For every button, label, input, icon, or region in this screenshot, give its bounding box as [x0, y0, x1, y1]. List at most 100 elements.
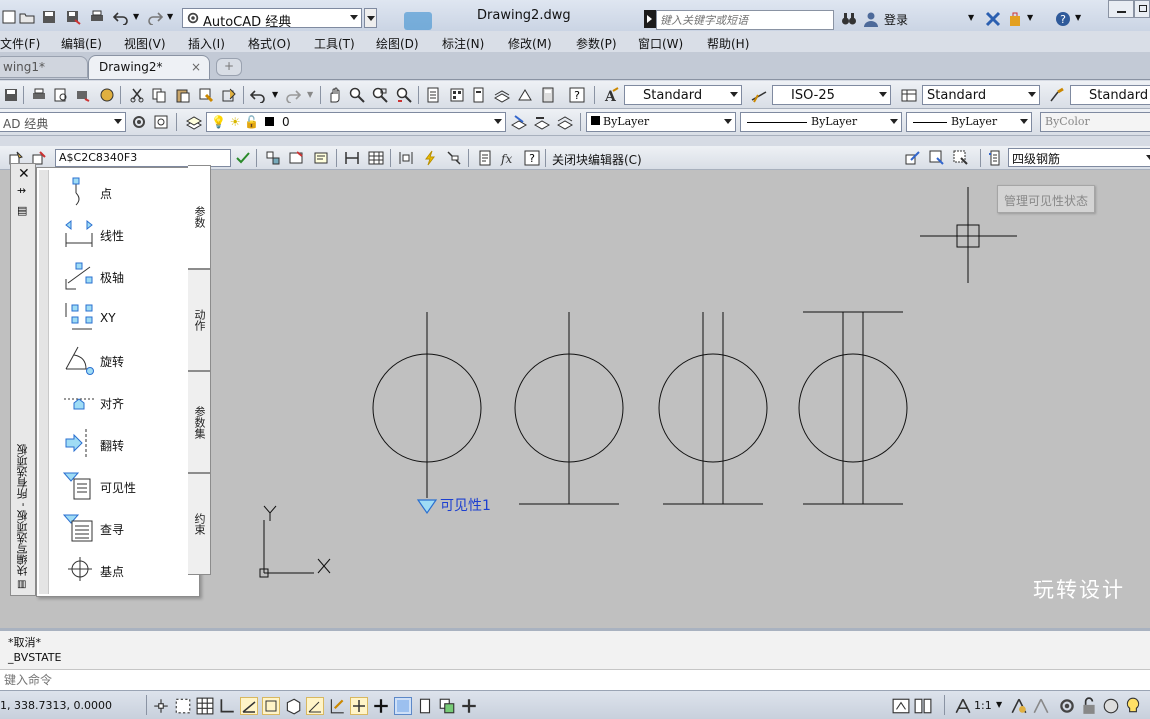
workspace-lock-icon[interactable]	[152, 113, 170, 131]
dynamic-input-icon[interactable]	[350, 697, 368, 715]
text-style-icon[interactable]: A	[602, 86, 620, 104]
fx-icon[interactable]: fx	[499, 149, 517, 167]
search-input[interactable]	[656, 10, 834, 30]
block-table-icon[interactable]	[367, 149, 385, 167]
save-as-icon[interactable]	[64, 8, 82, 26]
zoom-previous-icon[interactable]	[395, 86, 413, 104]
menu-tools[interactable]: 工具(T)	[314, 35, 355, 52]
menu-format[interactable]: 格式(O)	[248, 35, 291, 52]
new-tab-button[interactable]: +	[216, 58, 242, 76]
3d-object-snap-icon[interactable]	[284, 697, 302, 715]
annotation-visibility-icon[interactable]	[1010, 697, 1028, 715]
undo-dropdown-icon[interactable]: ▼	[133, 12, 139, 21]
close-tab-icon[interactable]: ×	[191, 60, 201, 74]
palette-item-point[interactable]: 点	[60, 173, 180, 209]
palette-scrollbar[interactable]	[39, 170, 49, 594]
palette-tab-parameters[interactable]: 参数	[188, 165, 211, 269]
allow-dynamic-ucs-icon[interactable]	[328, 697, 346, 715]
print-icon[interactable]	[88, 8, 106, 26]
minimize-button[interactable]	[1108, 0, 1134, 18]
redo-dropdown-icon[interactable]: ▼	[307, 90, 313, 99]
palette-item-flip[interactable]: 翻转	[60, 425, 180, 461]
open-icon[interactable]	[18, 8, 36, 26]
command-input[interactable]	[0, 669, 1150, 690]
action-icon[interactable]	[421, 149, 439, 167]
menu-modify[interactable]: 修改(M)	[508, 35, 552, 52]
visibility-parameter-grip[interactable]	[416, 499, 438, 515]
mleader-style-select[interactable]: Standard	[1070, 85, 1150, 105]
dim-style-icon[interactable]	[750, 86, 768, 104]
palette-item-lookup[interactable]: 查寻	[60, 509, 180, 545]
redo-dropdown-icon[interactable]: ▼	[167, 12, 173, 21]
layer-state-icon[interactable]	[556, 113, 574, 131]
authoring-palettes-icon[interactable]	[264, 149, 282, 167]
annotation-scale-dropdown-icon[interactable]: ▼	[996, 700, 1002, 709]
palette-item-xy[interactable]: XY	[60, 299, 180, 335]
auto-scale-icon[interactable]	[1032, 697, 1050, 715]
quickcalc-icon[interactable]	[539, 86, 557, 104]
model-space-icon[interactable]	[892, 697, 910, 715]
layer-select[interactable]: 💡 ☀ 🔓 0	[206, 112, 506, 132]
palette-item-polar[interactable]: 极轴	[60, 257, 180, 293]
tab-drawing1[interactable]: wing1*	[0, 56, 88, 78]
properties-icon[interactable]	[424, 86, 442, 104]
user-icon[interactable]	[862, 10, 880, 28]
undo-icon[interactable]	[112, 8, 130, 26]
copy-icon[interactable]	[150, 86, 168, 104]
menu-help[interactable]: 帮助(H)	[707, 35, 749, 52]
linetype-select[interactable]: ByLayer	[740, 112, 902, 132]
infer-constraints-icon[interactable]	[152, 697, 170, 715]
grid-display-icon[interactable]	[196, 697, 214, 715]
annotation-scale-value[interactable]: 1:1	[974, 699, 992, 712]
store-dropdown-icon[interactable]: ▼	[1027, 13, 1033, 22]
login-dropdown-icon[interactable]: ▼	[968, 13, 974, 22]
search-expand-arrow[interactable]	[644, 10, 656, 28]
palette-properties-icon[interactable]: ▤	[17, 204, 27, 217]
object-snap-tracking-icon[interactable]	[306, 697, 324, 715]
object-snap-icon[interactable]	[262, 697, 280, 715]
help-icon[interactable]: ?	[523, 149, 541, 167]
menu-window[interactable]: 窗口(W)	[638, 35, 683, 52]
lookup-icon[interactable]	[445, 149, 463, 167]
zoom-window-icon[interactable]	[371, 86, 389, 104]
menu-view[interactable]: 视图(V)	[124, 35, 166, 52]
redo-icon[interactable]	[284, 86, 302, 104]
undo-dropdown-icon[interactable]: ▼	[272, 90, 278, 99]
restore-button[interactable]	[1134, 0, 1150, 18]
store-icon[interactable]	[1006, 10, 1024, 28]
palette-autohide-icon[interactable]: ⇸	[17, 184, 26, 197]
visibility-mode-icon[interactable]	[904, 149, 922, 167]
close-block-editor-button[interactable]: 关闭块编辑器(C)	[552, 151, 642, 168]
add-icon[interactable]	[460, 697, 478, 715]
menu-parametric[interactable]: 参数(P)	[576, 35, 617, 52]
publish-icon[interactable]	[74, 86, 92, 104]
plot-preview-icon[interactable]	[52, 86, 70, 104]
make-invisible-icon[interactable]	[952, 149, 970, 167]
workspace-select[interactable]: AutoCAD 经典	[182, 8, 362, 28]
palette-close-icon[interactable]: ✕	[18, 166, 30, 182]
toolbar-lock-icon[interactable]	[1080, 697, 1098, 715]
transparency-icon[interactable]	[394, 697, 412, 715]
make-current-layer-icon[interactable]	[510, 113, 528, 131]
visibility-parameter-label[interactable]: 可见性1	[440, 495, 491, 515]
workspace-combo[interactable]: AD 经典	[0, 112, 126, 132]
isolate-objects-icon[interactable]	[1124, 697, 1142, 715]
markup-icon[interactable]	[516, 86, 534, 104]
construction-icon[interactable]	[343, 149, 361, 167]
pan-icon[interactable]	[326, 86, 344, 104]
binoculars-icon[interactable]	[840, 10, 858, 28]
undo-icon[interactable]	[249, 86, 267, 104]
color-select[interactable]: ByLayer	[586, 112, 736, 132]
design-center-icon[interactable]	[448, 86, 466, 104]
text-style-select[interactable]: Standard	[624, 85, 742, 105]
menu-draw[interactable]: 绘图(D)	[376, 35, 419, 52]
attribute-icon[interactable]	[312, 149, 330, 167]
layout-icon[interactable]	[914, 697, 932, 715]
palette-item-basepoint[interactable]: 基点	[60, 551, 180, 587]
redo-icon[interactable]	[146, 8, 164, 26]
table-style-icon[interactable]	[900, 86, 918, 104]
3d-dwf-icon[interactable]	[98, 86, 116, 104]
coordinate-readout[interactable]: 1, 338.7313, 0.0000	[0, 699, 112, 712]
annotation-scale-icon[interactable]	[954, 697, 972, 715]
snap-mode-icon[interactable]	[174, 697, 192, 715]
